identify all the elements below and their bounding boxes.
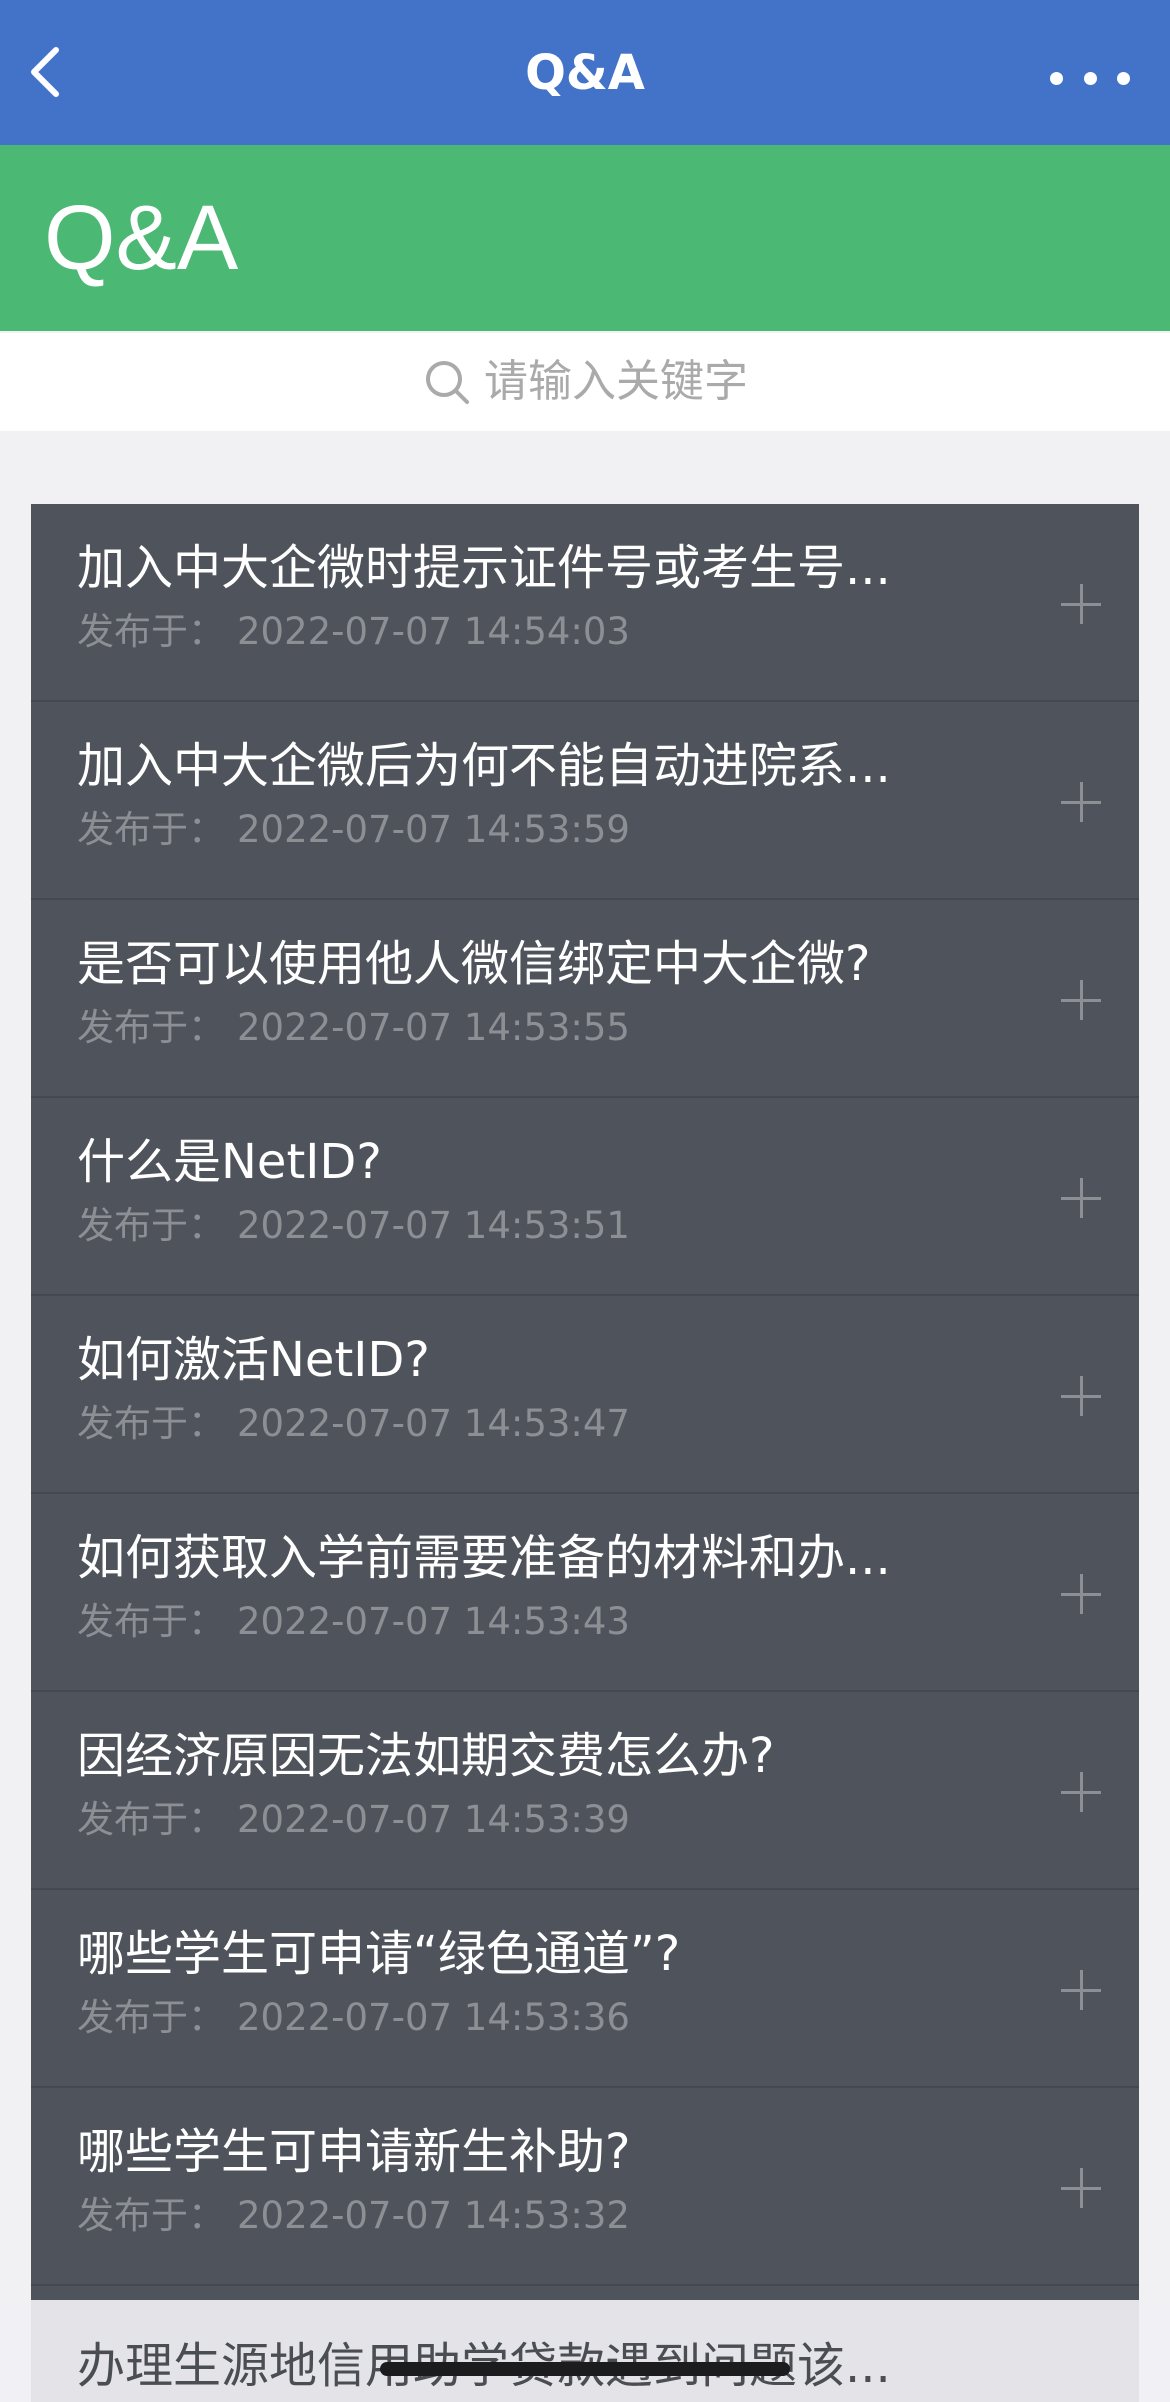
- qa-item-date: 2022-07-07 14:53:43: [237, 1600, 630, 1643]
- qa-item[interactable]: 因经济原因无法如期交费怎么办? 发布于： 2022-07-07 14:53:39: [31, 1692, 1139, 1890]
- qa-item-date-row: 发布于： 2022-07-07 14:54:03: [77, 608, 630, 656]
- date-label: 发布于：: [77, 610, 225, 653]
- qa-item-title: 如何激活NetID?: [77, 1332, 430, 1388]
- search-icon: [422, 357, 472, 407]
- plus-icon[interactable]: [1061, 980, 1101, 1020]
- qa-item-date-row: 发布于： 2022-07-07 14:53:43: [77, 1598, 630, 1646]
- qa-item[interactable]: 是否可以使用他人微信绑定中大企微? 发布于： 2022-07-07 14:53:5…: [31, 900, 1139, 1098]
- date-label: 发布于：: [77, 1798, 225, 1841]
- date-label: 发布于：: [77, 1996, 225, 2039]
- search-inner: 请输入关键字: [0, 333, 1170, 431]
- plus-icon[interactable]: [1061, 782, 1101, 822]
- plus-icon[interactable]: [1061, 2168, 1101, 2208]
- date-label: 发布于：: [77, 1402, 225, 1445]
- qa-item-date: 2022-07-07 14:53:47: [237, 1402, 630, 1445]
- banner-title: Q&A: [44, 187, 239, 289]
- qa-item-date-row: 发布于： 2022-07-07 14:53:59: [77, 806, 630, 854]
- qa-list: 加入中大企微时提示证件号或考生号... 发布于： 2022-07-07 14:54…: [31, 504, 1139, 2402]
- bottom-overlay: 办理生源地信用助学贷款遇到问题该...: [0, 2300, 1170, 2402]
- qa-item[interactable]: 哪些学生可申请“绿色通道”? 发布于： 2022-07-07 14:53:36: [31, 1890, 1139, 2088]
- search-bar[interactable]: 请输入关键字: [0, 333, 1170, 431]
- more-dot: [1117, 71, 1130, 85]
- date-label: 发布于：: [77, 2194, 225, 2237]
- date-label: 发布于：: [77, 1006, 225, 1049]
- plus-icon[interactable]: [1061, 1574, 1101, 1614]
- qa-item-date-row: 发布于： 2022-07-07 14:53:55: [77, 1004, 630, 1052]
- qa-item-date-row: 发布于： 2022-07-07 14:53:32: [77, 2192, 630, 2240]
- more-button[interactable]: [1050, 50, 1130, 106]
- qa-item-date: 2022-07-07 14:53:51: [237, 1204, 630, 1247]
- more-horizontal-icon: [1050, 71, 1063, 85]
- plus-icon[interactable]: [1061, 1970, 1101, 2010]
- plus-icon[interactable]: [1061, 1376, 1101, 1416]
- qa-item-title: 哪些学生可申请新生补助?: [77, 2124, 631, 2180]
- search-input[interactable]: 请输入关键字: [484, 355, 748, 409]
- qa-item-date-row: 发布于： 2022-07-07 14:53:47: [77, 1400, 630, 1448]
- qa-item-date: 2022-07-07 14:53:36: [237, 1996, 630, 2039]
- qa-item-date: 2022-07-07 14:54:03: [237, 610, 630, 653]
- qa-item-date: 2022-07-07 14:53:32: [237, 2194, 630, 2237]
- date-label: 发布于：: [77, 1600, 225, 1643]
- more-dot: [1083, 71, 1097, 85]
- nav-title: Q&A: [525, 45, 645, 101]
- qa-item-date: 2022-07-07 14:53:55: [237, 1006, 630, 1049]
- qa-item-title: 加入中大企微后为何不能自动进院系...: [77, 738, 891, 794]
- qa-item-date-row: 发布于： 2022-07-07 14:53:51: [77, 1202, 630, 1250]
- date-label: 发布于：: [77, 1204, 225, 1247]
- page-banner: Q&A: [0, 145, 1170, 331]
- home-indicator[interactable]: [380, 2362, 790, 2376]
- plus-icon[interactable]: [1061, 1178, 1101, 1218]
- qa-item-title: 什么是NetID?: [77, 1134, 382, 1190]
- qa-item-date-row: 发布于： 2022-07-07 14:53:36: [77, 1994, 630, 2042]
- plus-icon[interactable]: [1061, 1772, 1101, 1812]
- top-navbar: Q&A: [0, 0, 1170, 145]
- qa-item-title: 是否可以使用他人微信绑定中大企微?: [77, 936, 871, 992]
- qa-item[interactable]: 哪些学生可申请新生补助? 发布于： 2022-07-07 14:53:32: [31, 2088, 1139, 2286]
- qa-item[interactable]: 加入中大企微后为何不能自动进院系... 发布于： 2022-07-07 14:53…: [31, 702, 1139, 900]
- qa-item-title: 因经济原因无法如期交费怎么办?: [77, 1728, 775, 1784]
- date-label: 发布于：: [77, 808, 225, 851]
- qa-item-title: 如何获取入学前需要准备的材料和办...: [77, 1530, 891, 1586]
- qa-item-date: 2022-07-07 14:53:59: [237, 808, 630, 851]
- plus-icon[interactable]: [1061, 584, 1101, 624]
- qa-item[interactable]: 如何获取入学前需要准备的材料和办... 发布于： 2022-07-07 14:53…: [31, 1494, 1139, 1692]
- qa-item[interactable]: 加入中大企微时提示证件号或考生号... 发布于： 2022-07-07 14:54…: [31, 504, 1139, 702]
- qa-item[interactable]: 如何激活NetID? 发布于： 2022-07-07 14:53:47: [31, 1296, 1139, 1494]
- qa-item-date-row: 发布于： 2022-07-07 14:53:39: [77, 1796, 630, 1844]
- qa-item-date: 2022-07-07 14:53:39: [237, 1798, 630, 1841]
- qa-item-title: 哪些学生可申请“绿色通道”?: [77, 1926, 681, 1982]
- qa-item[interactable]: 什么是NetID? 发布于： 2022-07-07 14:53:51: [31, 1098, 1139, 1296]
- qa-item-title: 加入中大企微时提示证件号或考生号...: [77, 540, 891, 596]
